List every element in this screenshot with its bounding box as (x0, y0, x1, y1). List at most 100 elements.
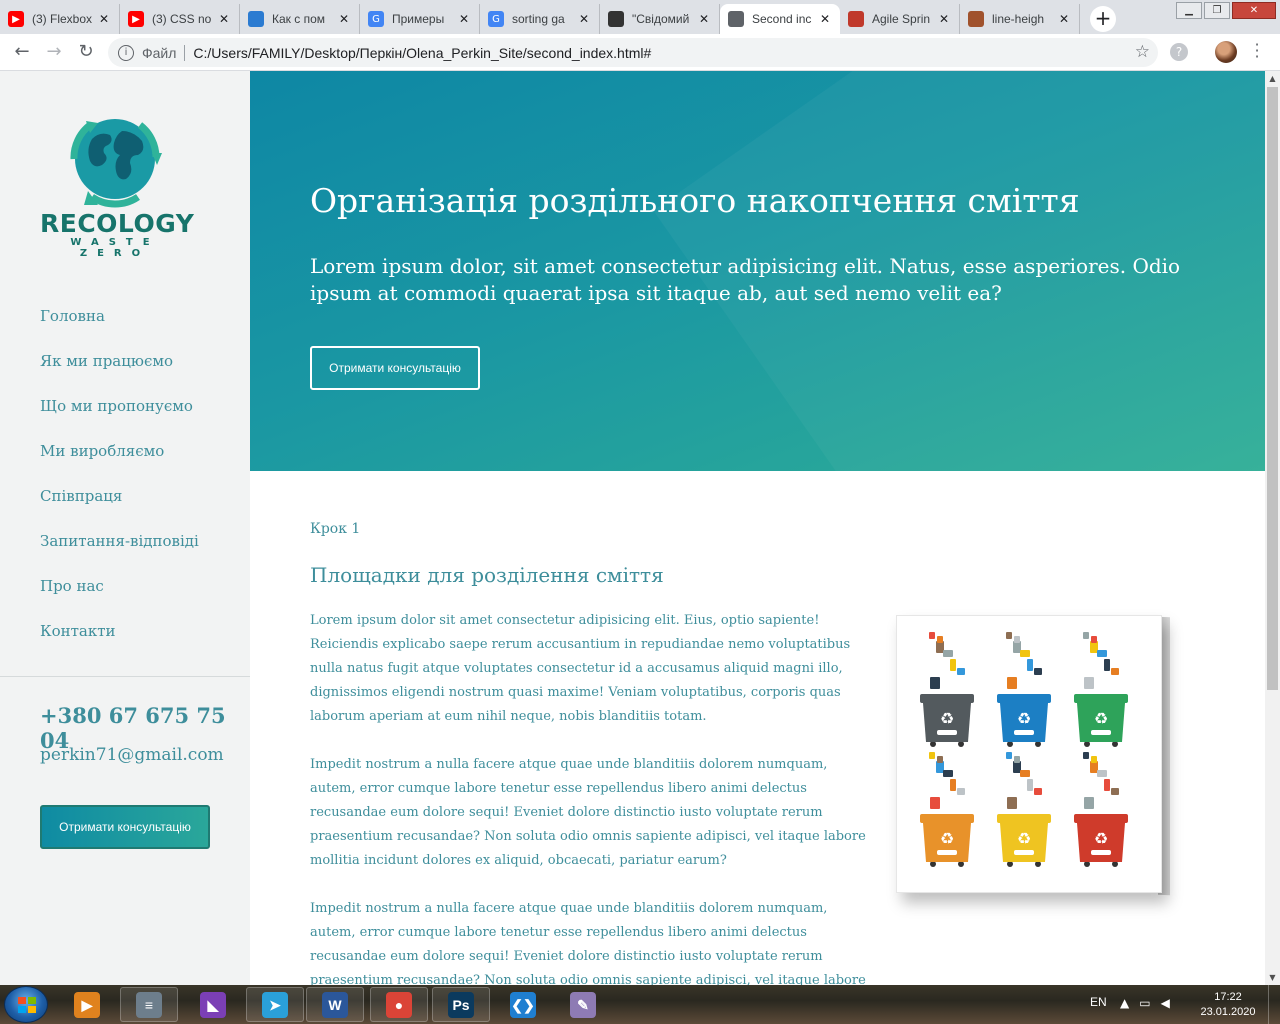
reload-button[interactable]: ↻ (70, 36, 102, 68)
profile-avatar[interactable] (1215, 41, 1237, 63)
language-indicator[interactable]: EN (1090, 995, 1107, 1009)
back-button[interactable]: ← (6, 36, 38, 68)
system-tray-icons[interactable]: ▲▭◀ (1120, 996, 1180, 1010)
svg-text:♻: ♻ (1017, 829, 1031, 848)
recycling-bin-icon: ♻ (1074, 632, 1128, 747)
tab-close-icon[interactable]: ✕ (937, 12, 951, 26)
sidebar-divider (0, 676, 250, 677)
page-scrollbar[interactable]: ▲ ▼ (1265, 71, 1280, 985)
media-player-icon[interactable]: ▶ (58, 987, 116, 1022)
browser-tab[interactable]: line-heigh ✕ (960, 4, 1080, 34)
browser-toolbar: ← → ↻ i Файл C:/Users/FAMILY/Desktop/Пер… (0, 34, 1280, 71)
tab-list: ▶ (3) Flexbox ✕ ▶ (3) CSS no ✕ Как с пом ✕ G Прим… (0, 0, 1080, 34)
telegram-icon[interactable]: ➤ (246, 987, 304, 1022)
show-desktop-button[interactable] (1268, 985, 1280, 1024)
recycling-bin-icon: ♻ (997, 632, 1051, 747)
tab-close-icon[interactable]: ✕ (457, 12, 471, 26)
tab-close-icon[interactable]: ✕ (217, 12, 231, 26)
scroll-thumb[interactable] (1267, 87, 1278, 690)
minimize-button[interactable]: ▁ (1176, 2, 1202, 19)
youtube-icon: ▶ (128, 11, 144, 27)
tab-close-icon[interactable]: ✕ (697, 12, 711, 26)
browser-tab[interactable]: "Свідомий ✕ (600, 4, 720, 34)
hero-consultation-button[interactable]: Отримати консультацію (310, 346, 480, 390)
paragraph: Lorem ipsum dolor sit amet consectetur a… (310, 613, 851, 724)
word-icon-glyph: W (322, 991, 348, 1018)
nav-item[interactable]: Запитання-відповіді (40, 532, 199, 577)
tab-title: sorting ga (512, 12, 565, 26)
tab-close-icon[interactable]: ✕ (1057, 12, 1071, 26)
logo-wordmark: RECOLOGY (40, 209, 195, 238)
tab-close-icon[interactable]: ✕ (818, 12, 832, 26)
forward-button[interactable]: → (38, 36, 70, 68)
scroll-down-arrow-icon[interactable]: ▼ (1265, 970, 1280, 985)
notepad-icon[interactable]: ≡ (120, 987, 178, 1022)
paint-icon-glyph: ✎ (570, 991, 596, 1018)
extension-icon[interactable]: ? (1170, 43, 1188, 61)
svg-text:♻: ♻ (1094, 829, 1108, 848)
paragraph: Impedit nostrum a nulla facere atque qua… (310, 757, 866, 868)
tab-close-icon[interactable]: ✕ (337, 12, 351, 26)
browser-tab[interactable]: ▶ (3) CSS no ✕ (120, 4, 240, 34)
close-window-button[interactable]: ✕ (1232, 2, 1276, 19)
visual-studio-icon[interactable]: ◣ (184, 987, 242, 1022)
section-title: Площадки для розділення сміття (310, 563, 664, 587)
tab-title: Second inc (752, 12, 812, 26)
agile-icon (848, 11, 864, 27)
svg-text:♻: ♻ (1094, 709, 1108, 728)
tab-title: Примеры (392, 12, 445, 26)
browser-tab[interactable]: ▶ (3) Flexbox ✕ (0, 4, 120, 34)
nav-item[interactable]: Співпраця (40, 487, 199, 532)
nav-item[interactable]: Що ми пропонуємо (40, 397, 199, 442)
clock-time: 17:22 (1214, 991, 1242, 1003)
scroll-up-arrow-icon[interactable]: ▲ (1265, 71, 1280, 86)
section-text: Lorem ipsum dolor sit amet consectetur a… (310, 609, 870, 985)
browser-tab[interactable]: G Примеры ✕ (360, 4, 480, 34)
paint-icon[interactable]: ✎ (554, 987, 612, 1022)
recycling-bins-image: ♻ ♻ ♻ ♻ ♻ ♻ (920, 632, 1128, 867)
paragraph: Impedit nostrum a nulla facere atque qua… (310, 901, 866, 985)
word-icon[interactable]: W (306, 987, 364, 1022)
clock[interactable]: 17:22 23.01.2020 (1196, 990, 1260, 1020)
bookmark-star-icon[interactable]: ☆ (1135, 42, 1150, 62)
url-text[interactable]: C:/Users/FAMILY/Desktop/Перкін/Olena_Per… (193, 45, 651, 61)
address-bar[interactable]: i Файл C:/Users/FAMILY/Desktop/Перкін/Ol… (108, 38, 1158, 67)
vscode-icon[interactable]: ❮❯ (494, 987, 552, 1022)
start-button[interactable] (4, 986, 48, 1023)
browser-tab[interactable]: Gsorting ga ✕ (480, 4, 600, 34)
contact-email[interactable]: perkin71@gmail.com (40, 745, 224, 765)
globe-icon (728, 11, 744, 27)
sidebar-consultation-button[interactable]: Отримати консультацію (40, 805, 210, 849)
tab-title: (3) CSS no (152, 12, 212, 26)
nav-item[interactable]: Про нас (40, 577, 199, 622)
notepad-icon-glyph: ≡ (136, 991, 162, 1018)
tab-title: Agile Sprin (872, 12, 931, 26)
tab-close-icon[interactable]: ✕ (577, 12, 591, 26)
browser-tab[interactable]: Как с пом ✕ (240, 4, 360, 34)
recycling-bin-icon: ♻ (997, 752, 1051, 867)
chrome-icon[interactable]: ● (370, 987, 428, 1022)
svg-text:♻: ♻ (940, 829, 954, 848)
hero-banner: Організація роздільного накопчення смітт… (250, 71, 1265, 471)
window-controls: ▁ ❐ ✕ (1174, 2, 1276, 19)
google-icon: G (368, 11, 384, 27)
nav-item[interactable]: Головна (40, 307, 199, 352)
browser-tab[interactable]: Second inc ✕ (720, 4, 840, 34)
photoshop-icon[interactable]: Ps (432, 987, 490, 1022)
recycling-bin-icon: ♻ (920, 752, 974, 867)
restore-button[interactable]: ❐ (1204, 2, 1230, 19)
svg-text:♻: ♻ (940, 709, 954, 728)
media-player-icon-glyph: ▶ (74, 991, 100, 1018)
illustration-canvas: ♻ ♻ ♻ ♻ ♻ ♻ (896, 615, 1162, 893)
tab-close-icon[interactable]: ✕ (97, 12, 111, 26)
new-tab-button[interactable]: + (1090, 6, 1116, 32)
nav-item[interactable]: Ми виробляємо (40, 442, 199, 487)
hero-subtitle: Lorem ipsum dolor, sit amet consectetur … (310, 254, 1181, 305)
browser-tab[interactable]: Agile Sprin ✕ (840, 4, 960, 34)
youtube-icon: ▶ (8, 11, 24, 27)
site-info-icon[interactable]: i (118, 44, 134, 61)
nav-item[interactable]: Як ми працюємо (40, 352, 199, 397)
nav-item[interactable]: Контакти (40, 622, 199, 667)
step-section: Крок 1 Площадки для розділення сміття Lo… (250, 471, 1265, 985)
browser-menu-icon[interactable]: · · · (1252, 37, 1262, 65)
